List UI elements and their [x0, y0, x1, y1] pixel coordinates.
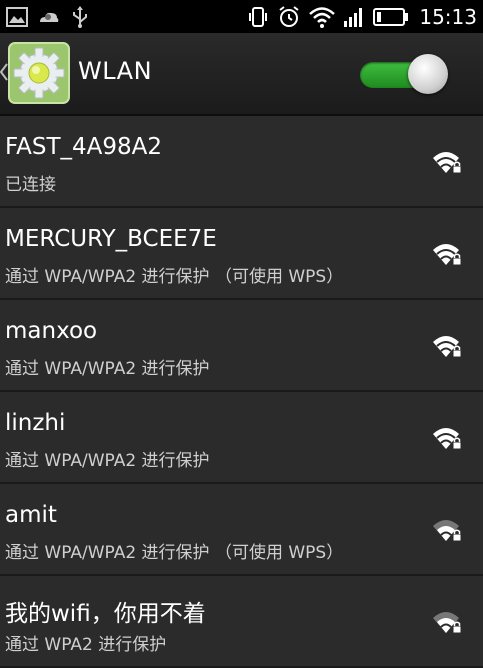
- alarm-icon: [277, 5, 301, 29]
- vibrate-icon: [247, 6, 269, 28]
- network-status: 通过 WPA/WPA2 进行保护: [5, 451, 210, 471]
- wifi-locked-icon: [431, 241, 463, 271]
- status-bar: 15:13: [0, 0, 483, 33]
- network-ssid: 我的wifi，你用不着: [5, 601, 206, 627]
- network-status: 通过 WPA2 进行保护: [5, 635, 167, 655]
- weather-icon: [38, 8, 60, 26]
- network-status: 通过 WPA/WPA2 进行保护 （可使用 WPS）: [5, 543, 344, 563]
- network-row[interactable]: 我的wifi，你用不着 通过 WPA2 进行保护: [0, 576, 483, 668]
- network-ssid: FAST_4A98A2: [5, 134, 163, 160]
- image-icon: [6, 6, 28, 27]
- wifi-locked-weak-icon: [431, 609, 463, 639]
- wifi-locked-icon: [431, 425, 463, 455]
- network-ssid: MERCURY_BCEE7E: [5, 226, 217, 252]
- toggle-knob: [408, 54, 448, 94]
- network-list: FAST_4A98A2 已连接 MERCURY_BCEE7E 通过 WPA/WP…: [0, 116, 483, 668]
- wifi-status-icon: [309, 6, 336, 28]
- back-chevron-icon[interactable]: [0, 63, 8, 85]
- wlan-toggle[interactable]: [360, 54, 450, 94]
- network-ssid: amit: [5, 502, 57, 528]
- battery-icon: [373, 7, 409, 27]
- action-bar: WLAN: [0, 33, 483, 116]
- signal-icon: [343, 6, 365, 28]
- wifi-locked-weak-icon: [431, 517, 463, 547]
- settings-gear-icon[interactable]: [8, 42, 70, 104]
- usb-icon: [70, 5, 90, 29]
- network-row[interactable]: FAST_4A98A2 已连接: [0, 116, 483, 208]
- network-row[interactable]: amit 通过 WPA/WPA2 进行保护 （可使用 WPS）: [0, 484, 483, 576]
- page-title: WLAN: [78, 57, 153, 85]
- network-status: 通过 WPA/WPA2 进行保护 （可使用 WPS）: [5, 267, 344, 287]
- clock: 15:13: [419, 4, 477, 29]
- network-row[interactable]: MERCURY_BCEE7E 通过 WPA/WPA2 进行保护 （可使用 WPS…: [0, 208, 483, 300]
- network-status: 已连接: [5, 175, 56, 195]
- wifi-locked-icon: [431, 149, 463, 179]
- network-ssid: manxoo: [5, 318, 98, 344]
- network-status: 通过 WPA/WPA2 进行保护: [5, 359, 210, 379]
- network-row[interactable]: manxoo 通过 WPA/WPA2 进行保护: [0, 300, 483, 392]
- wifi-locked-icon: [431, 333, 463, 363]
- network-row[interactable]: linzhi 通过 WPA/WPA2 进行保护: [0, 392, 483, 484]
- network-ssid: linzhi: [5, 410, 66, 436]
